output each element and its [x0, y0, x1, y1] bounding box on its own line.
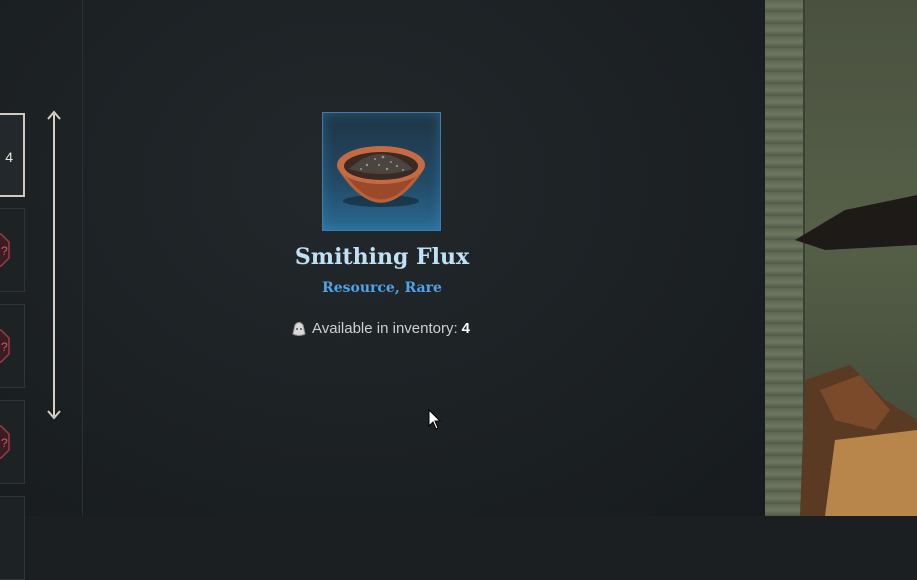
warning-badge-icon: ? — [0, 425, 10, 459]
item-name: Smithing Flux — [294, 244, 470, 270]
scroll-up-arrow-icon[interactable] — [47, 110, 61, 124]
inventory-availability: Available in inventory: 4 — [290, 318, 470, 338]
list-slot[interactable]: ? — [0, 208, 25, 292]
scrollbar[interactable] — [53, 114, 55, 416]
list-slot[interactable] — [0, 496, 25, 580]
list-slot[interactable]: ? — [0, 304, 25, 388]
svg-text:?: ? — [1, 244, 8, 258]
warning-badge-icon: ? — [0, 233, 10, 267]
scroll-down-arrow-icon[interactable] — [47, 406, 61, 420]
list-slot-selected[interactable]: 4 — [0, 113, 25, 197]
item-icon-frame — [322, 112, 441, 231]
item-category: Resource, Rare — [322, 280, 442, 296]
warning-badge-icon: ? — [0, 329, 10, 363]
list-slot[interactable]: ? — [0, 400, 25, 484]
panel-divider — [82, 0, 83, 516]
bowl-of-flux-icon — [337, 146, 425, 207]
mouse-cursor-icon — [428, 409, 442, 430]
slot-count: 4 — [5, 149, 13, 165]
inventory-count: 4 — [461, 319, 470, 337]
character-figure — [795, 195, 917, 516]
inventory-label: Available in inventory: — [312, 319, 458, 337]
game-scene-background — [765, 0, 917, 516]
svg-text:?: ? — [1, 436, 8, 450]
inventory-bag-icon — [292, 322, 306, 336]
svg-text:?: ? — [1, 340, 8, 354]
